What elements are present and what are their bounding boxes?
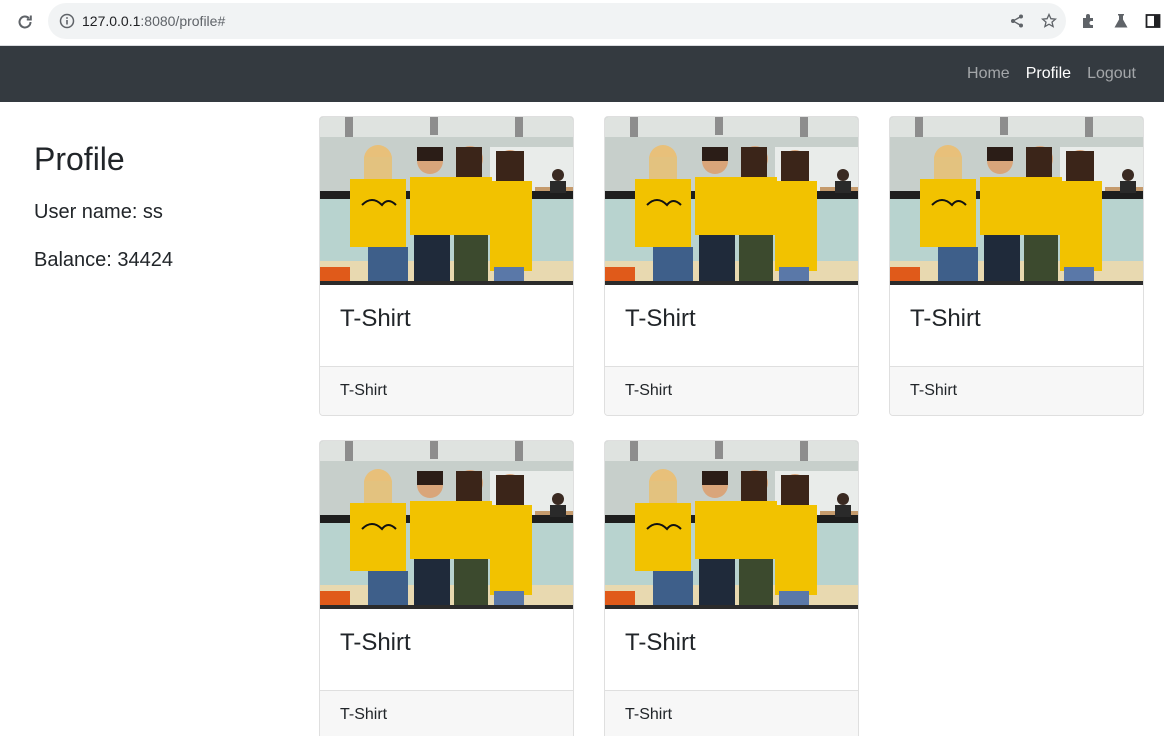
nav-links: Home Profile Logout bbox=[951, 46, 1136, 102]
product-photo bbox=[890, 117, 1143, 285]
nav-logout-link[interactable]: Logout bbox=[1087, 64, 1136, 84]
browser-toolbar: 127.0.0.1:8080/profile# bbox=[0, 0, 1164, 46]
username-text: User name: ss bbox=[34, 201, 163, 223]
card-body: T-Shirt bbox=[890, 285, 1143, 366]
product-title: T-Shirt bbox=[340, 305, 411, 332]
product-photo bbox=[320, 441, 573, 609]
product-footer-text: T-Shirt bbox=[625, 382, 673, 399]
product-footer-text: T-Shirt bbox=[340, 706, 388, 723]
card-footer: T-Shirt bbox=[320, 366, 573, 415]
card-body: T-Shirt bbox=[605, 609, 858, 690]
card-footer: T-Shirt bbox=[320, 690, 573, 736]
card-footer: T-Shirt bbox=[890, 366, 1143, 415]
site-info-icon[interactable] bbox=[58, 12, 76, 30]
product-title: T-Shirt bbox=[910, 305, 981, 332]
url-host: 127.0.0.1 bbox=[82, 13, 141, 29]
extensions-icon[interactable] bbox=[1079, 11, 1099, 31]
balance-text: Balance: 34424 bbox=[34, 249, 174, 271]
product-footer-text: T-Shirt bbox=[625, 706, 673, 723]
card-body: T-Shirt bbox=[320, 285, 573, 366]
address-bar[interactable]: 127.0.0.1:8080/profile# bbox=[48, 3, 1066, 39]
product-title: T-Shirt bbox=[625, 629, 696, 656]
product-card[interactable]: T-Shirt T-Shirt bbox=[604, 116, 859, 416]
product-card[interactable]: T-Shirt T-Shirt bbox=[319, 116, 574, 416]
card-body: T-Shirt bbox=[605, 285, 858, 366]
card-footer: T-Shirt bbox=[605, 690, 858, 736]
product-card[interactable]: T-Shirt T-Shirt bbox=[604, 440, 859, 736]
profile-panel: Profile User name: ss Balance: 34424 bbox=[34, 140, 294, 296]
bookmark-star-icon[interactable] bbox=[1040, 12, 1058, 30]
product-title: T-Shirt bbox=[625, 305, 696, 332]
product-photo bbox=[605, 441, 858, 609]
product-photo bbox=[320, 117, 573, 285]
side-panel-icon[interactable] bbox=[1143, 11, 1163, 31]
product-footer-text: T-Shirt bbox=[910, 382, 958, 399]
product-photo bbox=[605, 117, 858, 285]
card-footer: T-Shirt bbox=[605, 366, 858, 415]
share-icon[interactable] bbox=[1008, 12, 1026, 30]
product-card[interactable]: T-Shirt T-Shirt bbox=[319, 440, 574, 736]
labs-flask-icon[interactable] bbox=[1111, 11, 1131, 31]
reload-icon[interactable] bbox=[14, 11, 36, 33]
top-navbar: Home Profile Logout bbox=[0, 46, 1164, 102]
product-footer-text: T-Shirt bbox=[340, 382, 388, 399]
product-title: T-Shirt bbox=[340, 629, 411, 656]
nav-profile-link[interactable]: Profile bbox=[1026, 64, 1071, 84]
nav-home-link[interactable]: Home bbox=[967, 64, 1010, 84]
profile-heading: Profile bbox=[34, 141, 125, 177]
url-path: :8080/profile# bbox=[140, 13, 226, 29]
product-card[interactable]: T-Shirt T-Shirt bbox=[889, 116, 1144, 416]
url-text[interactable]: 127.0.0.1:8080/profile# bbox=[82, 13, 225, 29]
card-body: T-Shirt bbox=[320, 609, 573, 690]
